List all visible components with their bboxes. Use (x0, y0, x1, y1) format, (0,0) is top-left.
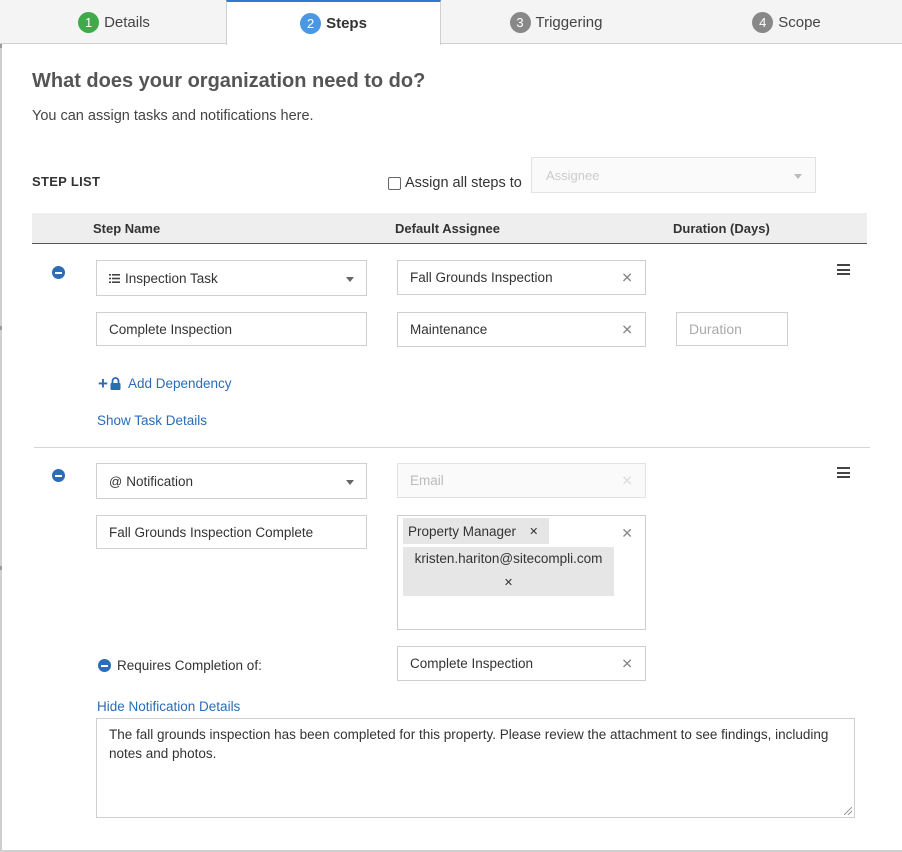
clear-icon[interactable]: ✕ (621, 525, 633, 542)
requires-completion-value: Complete Inspection (410, 656, 534, 671)
recipient-tag-label: kristen.hariton@sitecompli.com (414, 551, 603, 566)
requires-completion-label: Requires Completion of: (117, 658, 262, 673)
email-field[interactable]: Email ✕ (397, 463, 646, 498)
step-number-badge: 1 (78, 11, 100, 33)
default-assignee-field[interactable]: Maintenance ✕ (397, 312, 646, 347)
step-list-label: STEP LIST (32, 174, 101, 189)
remove-tag-icon[interactable]: ✕ (403, 576, 614, 589)
step-number-badge: 3 (509, 11, 531, 33)
chevron-down-icon (346, 480, 354, 485)
tab-label: Scope (778, 13, 821, 31)
add-dependency-link[interactable]: + Add Dependency (98, 375, 232, 392)
requires-completion-row: Requires Completion of: (98, 658, 262, 673)
assignee-placeholder: Assignee (546, 168, 600, 183)
recipients-field[interactable]: Property Manager ✕ kristen.hariton@sitec… (397, 515, 646, 630)
notification-name-input[interactable]: Fall Grounds Inspection Complete (96, 515, 367, 549)
tab-steps[interactable]: 2 Steps (226, 0, 441, 45)
column-default-assignee: Default Assignee (395, 221, 500, 236)
add-dependency-label: Add Dependency (127, 376, 232, 391)
email-placeholder: Email (410, 473, 444, 488)
step-table-header: Step Name Default Assignee Duration (Day… (32, 213, 867, 244)
step-number-badge: 4 (752, 11, 774, 33)
recipient-tag: Property Manager ✕ (403, 518, 550, 544)
tab-scope[interactable]: 4 Scope (671, 0, 902, 44)
remove-tag-icon[interactable]: ✕ (529, 525, 538, 538)
column-duration: Duration (Days) (673, 221, 770, 236)
default-assignee-value: Maintenance (410, 322, 488, 337)
assign-all-assignee-select[interactable]: Assignee (531, 157, 816, 193)
remove-requirement-icon[interactable] (98, 659, 111, 672)
notification-name-value: Fall Grounds Inspection Complete (109, 524, 314, 540)
step-type-label: Inspection Task (125, 270, 218, 286)
list-icon (109, 273, 120, 283)
tab-triggering[interactable]: 3 Triggering (441, 0, 671, 44)
column-step-name: Step Name (93, 221, 161, 236)
chevron-down-icon (794, 174, 802, 179)
duration-input[interactable]: Duration (676, 312, 788, 346)
notification-message: The fall grounds inspection has been com… (109, 727, 829, 761)
page-subtitle: You can assign tasks and notifications h… (32, 108, 314, 124)
resize-handle-icon[interactable] (844, 807, 852, 815)
tab-details[interactable]: 1 Details (2, 0, 226, 44)
drag-handle-icon[interactable] (837, 467, 850, 478)
requires-completion-field[interactable]: Complete Inspection ✕ (397, 646, 646, 681)
tab-label: Triggering (535, 13, 603, 31)
step-name-value: Complete Inspection (109, 321, 233, 337)
tab-label: Steps (326, 15, 367, 32)
recipient-tag-label: Property Manager (408, 523, 517, 539)
page-title: What does your organization need to do? (32, 70, 426, 92)
step-number-badge: 2 (300, 13, 322, 34)
drag-handle-icon[interactable] (837, 264, 850, 275)
step-name-input[interactable]: Complete Inspection (96, 312, 367, 346)
wizard-tabs: 1 Details 2 Steps 3 Triggering 4 Scope (0, 0, 902, 45)
inspection-assignee-field[interactable]: Fall Grounds Inspection ✕ (397, 260, 646, 295)
remove-step-icon[interactable] (52, 469, 65, 482)
clear-icon[interactable]: ✕ (621, 321, 633, 338)
lock-icon (110, 377, 121, 390)
clear-icon: ✕ (621, 472, 633, 488)
notification-message-textarea[interactable]: The fall grounds inspection has been com… (96, 718, 855, 818)
hide-notification-details-link[interactable]: Hide Notification Details (97, 699, 240, 714)
chevron-down-icon (346, 277, 354, 282)
clear-icon[interactable]: ✕ (621, 269, 633, 286)
remove-step-icon[interactable] (52, 266, 65, 279)
inspection-assignee-value: Fall Grounds Inspection (410, 270, 553, 285)
tab-label: Details (104, 13, 150, 31)
duration-placeholder: Duration (689, 321, 742, 337)
recipient-tag: kristen.hariton@sitecompli.com ✕ (403, 547, 614, 596)
edge-mark (0, 44, 2, 48)
edge-mark (0, 566, 2, 570)
edge-mark (0, 326, 2, 330)
checkbox-box[interactable] (388, 176, 401, 190)
at-icon: @ (109, 473, 123, 489)
show-task-details-link[interactable]: Show Task Details (97, 413, 207, 428)
assign-all-checkbox[interactable]: Assign all steps to (388, 175, 522, 191)
clear-icon[interactable]: ✕ (621, 655, 633, 672)
step-type-select[interactable]: Inspection Task (96, 260, 367, 296)
plus-icon: + (98, 374, 108, 393)
step-divider (34, 447, 870, 448)
assign-all-label: Assign all steps to (405, 175, 522, 191)
step-type-select[interactable]: @ Notification (96, 463, 367, 499)
step-type-label: Notification (126, 473, 193, 489)
